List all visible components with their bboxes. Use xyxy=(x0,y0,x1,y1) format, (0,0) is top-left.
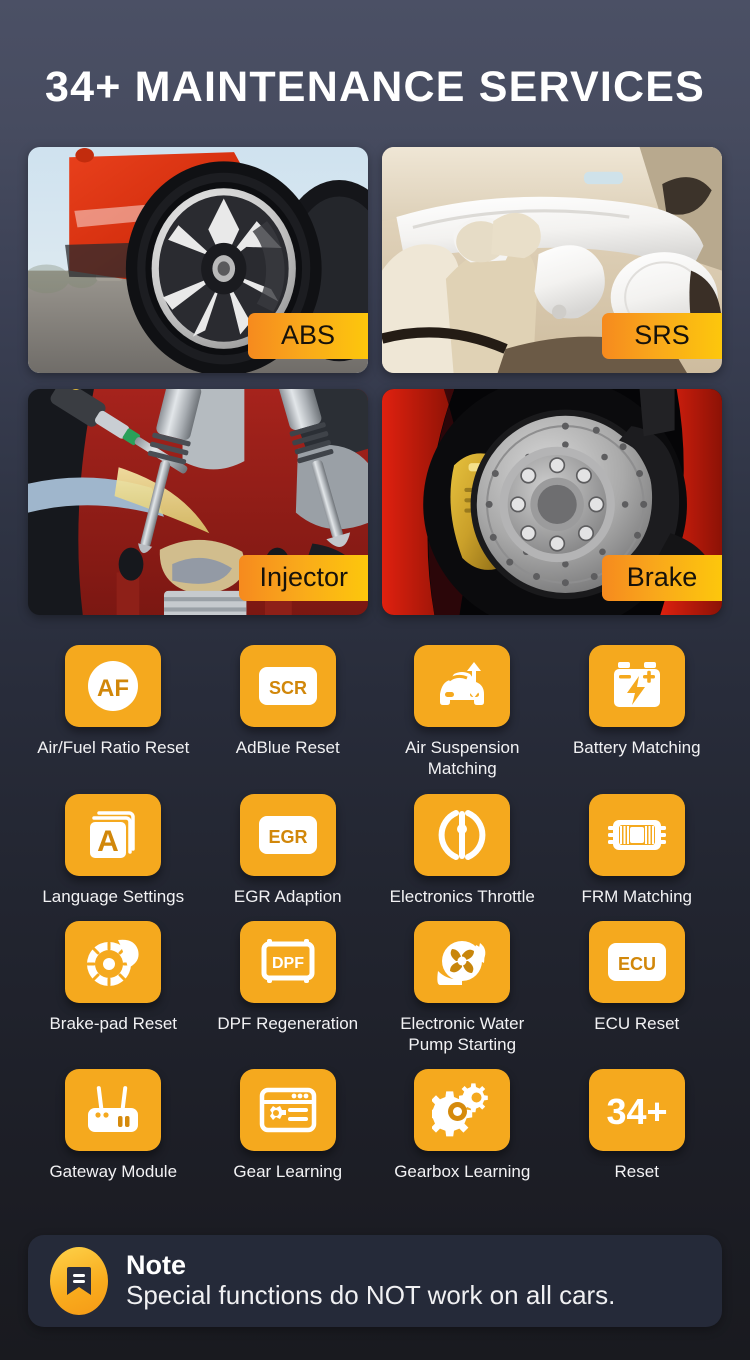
function-label: Air Suspension Matching xyxy=(405,738,520,779)
function-item-gear-learning[interactable]: Gear Learning xyxy=(201,1069,376,1182)
photo-card-badge: Injector xyxy=(239,554,368,601)
note-body: Special functions do NOT work on all car… xyxy=(126,1279,616,1310)
function-label: Electronic Water Pump Starting xyxy=(400,1013,525,1054)
photo-card-brake[interactable]: Brake xyxy=(382,389,722,615)
function-item-adblue-reset[interactable]: SCR AdBlue Reset xyxy=(201,645,376,780)
egr-badge-icon: EGR xyxy=(239,793,336,876)
function-label: Language Settings xyxy=(42,886,185,906)
bookmark-note-icon xyxy=(50,1247,108,1315)
water-pump-icon xyxy=(414,920,511,1003)
note-text-group: Note Special functions do NOT work on al… xyxy=(126,1251,615,1310)
gateway-router-icon xyxy=(65,1069,162,1152)
function-label: Battery Matching xyxy=(572,738,701,757)
function-item-frm-matching[interactable]: FRM Matching xyxy=(550,793,725,907)
function-item-language-settings[interactable]: A Language Settings xyxy=(26,793,201,907)
gear-window-icon xyxy=(239,1069,336,1152)
svg-text:EGR: EGR xyxy=(268,827,307,847)
photo-card-badge: Brake xyxy=(602,554,722,601)
function-label: ECU Reset xyxy=(594,1013,680,1033)
function-item-brake-pad-reset[interactable]: Brake-pad Reset xyxy=(26,920,201,1056)
throttle-body-icon xyxy=(414,793,511,876)
function-label: Gear Learning xyxy=(233,1162,343,1182)
function-item-ecu-reset[interactable]: ECU ECU Reset xyxy=(550,920,725,1056)
brake-disc-pad-icon xyxy=(65,920,162,1003)
function-label: EGR Adaption xyxy=(233,886,342,906)
battery-bolt-icon xyxy=(588,645,685,727)
photo-card-injector[interactable]: Injector xyxy=(28,389,368,615)
function-item-gateway-module[interactable]: Gateway Module xyxy=(26,1069,201,1182)
function-label: Brake-pad Reset xyxy=(49,1013,178,1033)
car-suspension-icon xyxy=(414,645,511,727)
page-title: 34+ MAINTENANCE SERVICES xyxy=(44,63,706,111)
two-gears-icon xyxy=(414,1069,511,1152)
photo-card-srs[interactable]: SRS xyxy=(382,147,722,373)
function-label: FRM Matching xyxy=(581,886,693,906)
function-item-reset[interactable]: 34+ Reset xyxy=(550,1069,725,1182)
svg-text:DPF: DPF xyxy=(272,955,304,972)
frm-chip-icon xyxy=(588,793,685,876)
photo-card-grid: ABS SRS Injector Brake xyxy=(28,147,722,615)
ecu-badge-icon: ECU xyxy=(588,920,685,1003)
dpf-box-icon: DPF xyxy=(239,920,336,1003)
svg-text:ECU: ECU xyxy=(618,954,656,974)
count-34-plus-icon: 34+ xyxy=(588,1069,685,1152)
photo-card-badge: ABS xyxy=(248,312,368,359)
function-label: Gateway Module xyxy=(49,1162,178,1182)
svg-text:A: A xyxy=(97,825,119,858)
function-icon-grid: AF Air/Fuel Ratio Reset SCR AdBlue Reset xyxy=(26,645,724,1183)
function-item-battery-matching[interactable]: Battery Matching xyxy=(550,645,725,780)
function-item-air-suspension-matching[interactable]: Air Suspension Matching xyxy=(375,645,550,780)
function-item-dpf-regeneration[interactable]: DPF DPF Regeneration xyxy=(201,920,376,1056)
function-item-egr-adaption[interactable]: EGR EGR Adaption xyxy=(201,793,376,907)
note-banner: Note Special functions do NOT work on al… xyxy=(28,1235,722,1327)
note-title: Note xyxy=(126,1250,186,1281)
af-circle-icon: AF xyxy=(65,645,162,727)
function-label: Air/Fuel Ratio Reset xyxy=(37,738,190,757)
svg-text:34+: 34+ xyxy=(606,1091,667,1132)
function-label: Reset xyxy=(614,1162,659,1182)
photo-card-abs[interactable]: ABS xyxy=(28,147,368,373)
function-item-air-fuel-ratio-reset[interactable]: AF Air/Fuel Ratio Reset xyxy=(26,645,201,780)
svg-text:SCR: SCR xyxy=(269,678,307,698)
function-label: Electronics Throttle xyxy=(389,886,535,906)
function-label: DPF Regeneration xyxy=(217,1013,359,1033)
svg-text:AF: AF xyxy=(97,675,129,702)
language-a-card-icon: A xyxy=(65,793,162,876)
photo-card-badge: SRS xyxy=(602,312,722,359)
scr-badge-icon: SCR xyxy=(239,645,336,727)
function-item-electronics-throttle[interactable]: Electronics Throttle xyxy=(375,793,550,907)
function-label: Gearbox Learning xyxy=(394,1162,531,1182)
function-item-electronic-water-pump-starting[interactable]: Electronic Water Pump Starting xyxy=(375,920,550,1056)
function-label: AdBlue Reset xyxy=(235,738,340,757)
function-item-gearbox-learning[interactable]: Gearbox Learning xyxy=(375,1069,550,1182)
